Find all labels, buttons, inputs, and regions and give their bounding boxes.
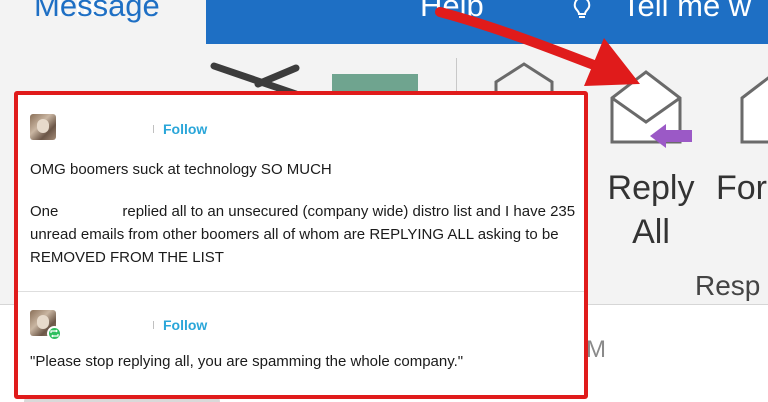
username-separator bbox=[153, 321, 154, 329]
forward-button-label[interactable]: For bbox=[716, 166, 767, 210]
post-paragraph: One replied all to an unsecured (company … bbox=[30, 200, 578, 269]
avatar-face bbox=[37, 119, 49, 133]
respond-group-label: Resp bbox=[695, 270, 761, 301]
tumblr-post-card: Follow OMG boomers suck at technology SO… bbox=[14, 91, 588, 399]
tab-help[interactable]: Help bbox=[420, 0, 484, 26]
screenshot-stage: File Message Help Tell me w Reply All Fo… bbox=[0, 0, 768, 402]
follow-button[interactable]: Follow bbox=[163, 316, 207, 334]
tab-message-label: Message bbox=[34, 0, 160, 23]
tell-me-search[interactable]: Tell me w bbox=[622, 0, 751, 26]
reblog-arrows-icon bbox=[50, 329, 59, 338]
reading-pane-text-fragment: M bbox=[586, 336, 606, 363]
reply-all-label-line1: Reply bbox=[607, 169, 695, 207]
reply-all-label-line2: All bbox=[632, 213, 670, 251]
tab-message[interactable]: Message bbox=[0, 0, 206, 44]
post-paragraph-rest: replied all to an unsecured (company wid… bbox=[30, 203, 576, 266]
post-paragraph-start: One bbox=[30, 203, 59, 220]
post-reblog: Follow "Please stop replying all, you ar… bbox=[18, 292, 584, 395]
ribbon-tab-bar: File Message Help Tell me w bbox=[0, 0, 768, 44]
reply-all-icon[interactable] bbox=[606, 64, 698, 156]
avatar-face bbox=[37, 315, 49, 329]
forward-icon[interactable] bbox=[736, 64, 768, 144]
username-separator bbox=[153, 125, 154, 133]
post-text-line: "Please stop replying all, you are spamm… bbox=[30, 353, 464, 370]
reply-all-button-label[interactable]: Reply All bbox=[606, 166, 696, 254]
post-original: Follow OMG boomers suck at technology SO… bbox=[18, 95, 584, 291]
avatar[interactable] bbox=[30, 114, 56, 140]
post-text-line: OMG boomers suck at technology SO MUCH bbox=[30, 161, 332, 178]
follow-button[interactable]: Follow bbox=[163, 120, 207, 138]
reblog-icon bbox=[47, 326, 62, 341]
lightbulb-icon bbox=[573, 0, 591, 18]
